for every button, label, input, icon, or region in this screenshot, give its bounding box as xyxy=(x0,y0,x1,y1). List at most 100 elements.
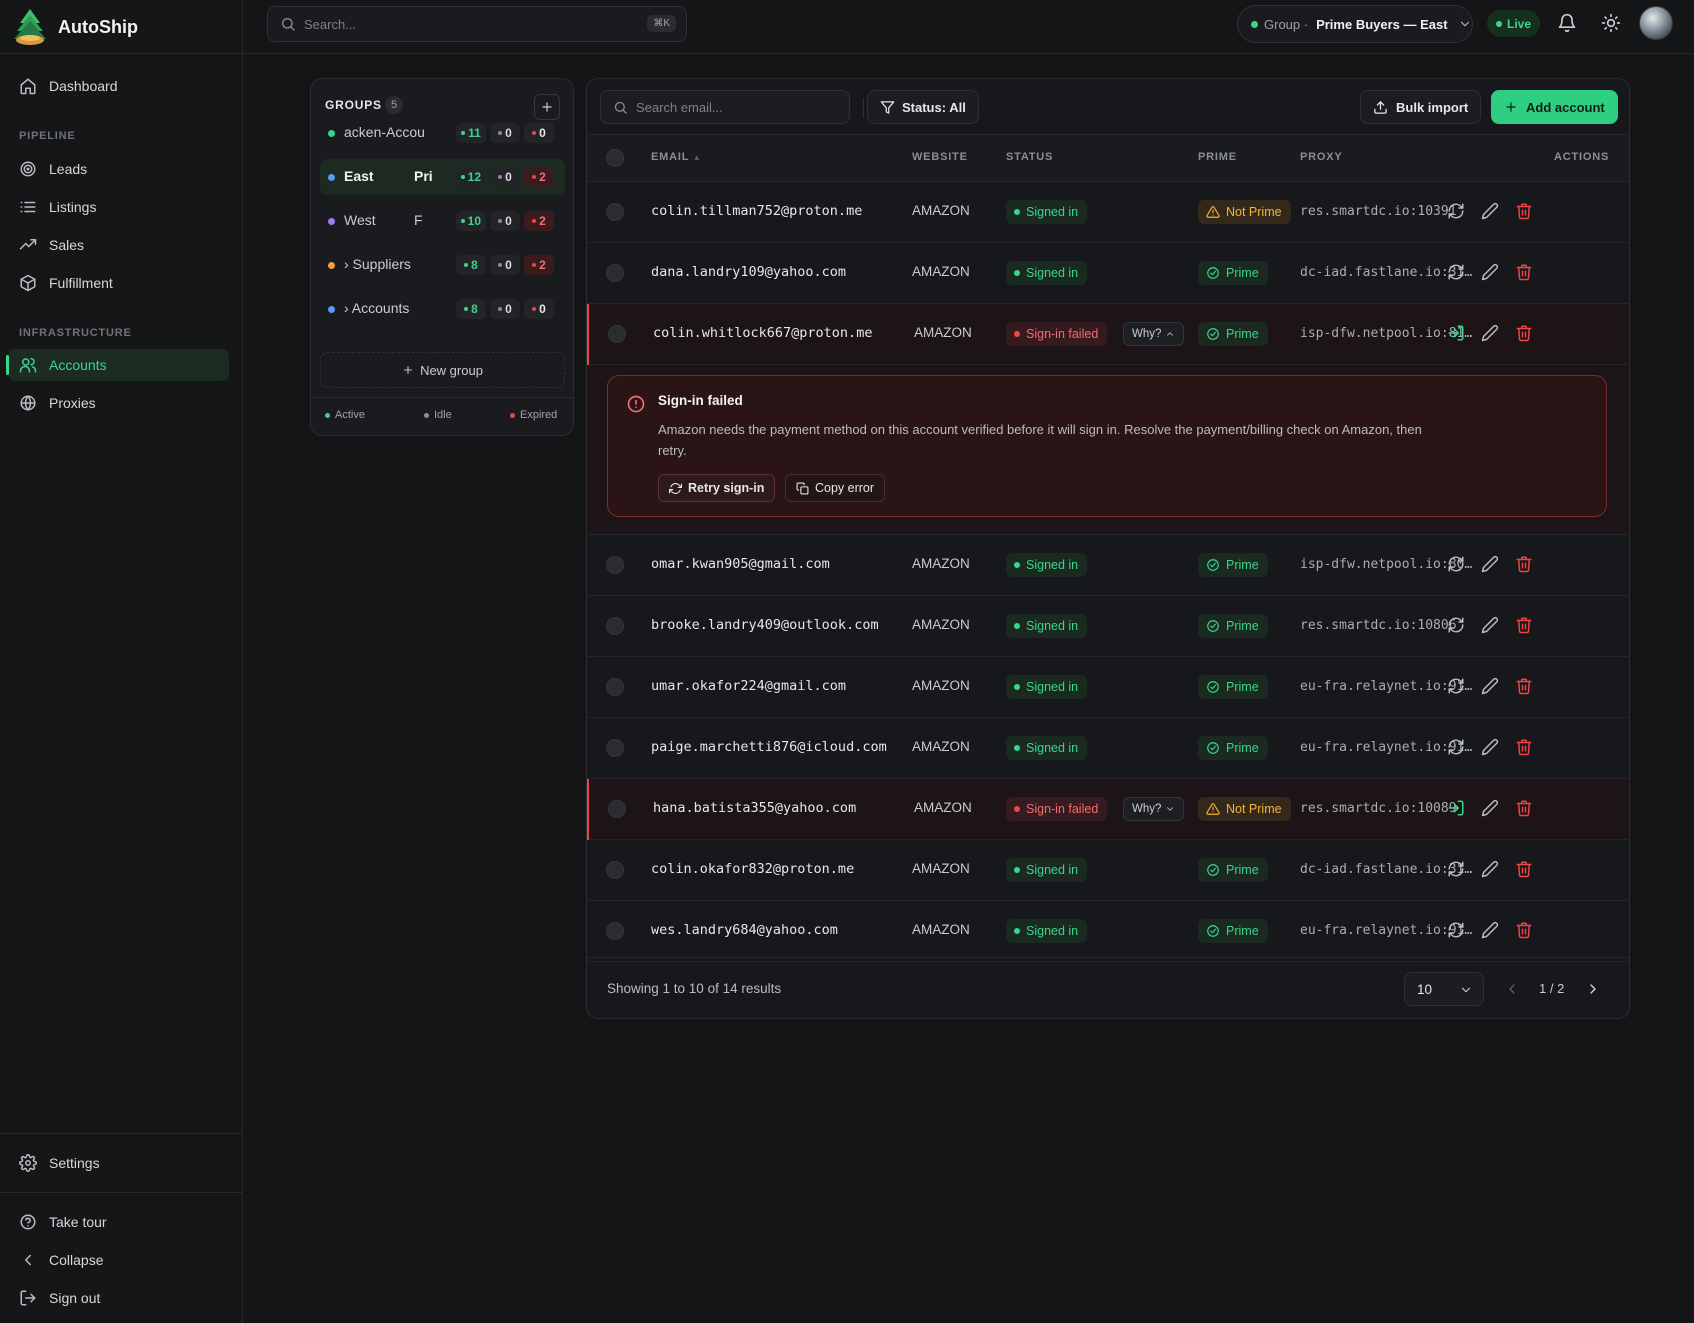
expired-count: 0 xyxy=(524,123,554,143)
email-search-input[interactable] xyxy=(636,99,836,115)
refresh-button[interactable] xyxy=(1447,616,1465,634)
previous-page-button[interactable] xyxy=(1504,981,1520,997)
group-item[interactable]: East Pri 12 0 2 xyxy=(320,159,565,195)
delete-button[interactable] xyxy=(1515,324,1533,342)
group-item[interactable]: › Suppliers 8 0 2 xyxy=(320,247,565,283)
delete-button[interactable] xyxy=(1515,677,1533,695)
sidebar-item-dashboard[interactable]: Dashboard xyxy=(8,70,229,102)
row-checkbox[interactable] xyxy=(608,800,626,818)
edit-button[interactable] xyxy=(1481,738,1499,756)
group-item[interactable]: acken-Accou 11 0 0 xyxy=(320,115,565,151)
row-checkbox[interactable] xyxy=(606,203,624,221)
global-search[interactable]: ⌘K xyxy=(267,6,687,42)
status-badge: Signed in xyxy=(1006,675,1088,699)
delete-button[interactable] xyxy=(1515,738,1533,756)
row-checkbox[interactable] xyxy=(606,861,624,879)
next-page-button[interactable] xyxy=(1585,981,1601,997)
refresh-button[interactable] xyxy=(1447,738,1465,756)
sidebar-item-settings[interactable]: Settings xyxy=(8,1147,229,1179)
bulk-import-button[interactable]: Bulk import xyxy=(1360,90,1482,124)
sidebar-item-accounts[interactable]: Accounts xyxy=(6,349,229,381)
row-checkbox[interactable] xyxy=(606,922,624,940)
select-all-checkbox[interactable] xyxy=(606,149,624,167)
edit-button[interactable] xyxy=(1481,799,1499,817)
delete-button[interactable] xyxy=(1515,263,1533,281)
check-circle-icon xyxy=(1207,864,1219,876)
refresh-button[interactable] xyxy=(1447,263,1465,281)
refresh-button[interactable] xyxy=(1447,677,1465,695)
delete-button[interactable] xyxy=(1515,616,1533,634)
row-checkbox[interactable] xyxy=(606,739,624,757)
copy-error-button[interactable]: Copy error xyxy=(785,474,886,502)
delete-button[interactable] xyxy=(1515,921,1533,939)
live-label: Live xyxy=(1507,16,1532,31)
add-account-button[interactable]: Add account xyxy=(1491,90,1618,124)
sidebar-item-fulfillment[interactable]: Fulfillment xyxy=(8,267,229,299)
sidebar-item-collapse[interactable]: Collapse xyxy=(8,1244,229,1276)
legend-active: Active xyxy=(325,409,365,421)
delete-button[interactable] xyxy=(1515,860,1533,878)
account-email: colin.tillman752@proton.me xyxy=(651,203,863,219)
sidebar-item-listings[interactable]: Listings xyxy=(8,191,229,223)
sidebar-item-leads[interactable]: Leads xyxy=(8,153,229,185)
refresh-button[interactable] xyxy=(1447,555,1465,573)
table-row: dana.landry109@yahoo.com AMAZON Signed in P… xyxy=(587,243,1629,304)
table-row: colin.okafor832@proton.me AMAZON Signed in… xyxy=(587,840,1629,901)
delete-button[interactable] xyxy=(1515,202,1533,220)
column-email[interactable]: EMAIL ▲ xyxy=(651,151,702,163)
edit-button[interactable] xyxy=(1481,677,1499,695)
group-item[interactable]: West F 10 0 2 xyxy=(320,203,565,239)
sidebar-item-proxies[interactable]: Proxies xyxy=(8,387,229,419)
why-button[interactable]: Why? xyxy=(1123,797,1185,821)
row-checkbox[interactable] xyxy=(606,678,624,696)
theme-toggle-button[interactable] xyxy=(1601,13,1623,35)
why-button[interactable]: Why? xyxy=(1123,322,1185,346)
check-circle-icon xyxy=(1207,681,1219,693)
retry-sign-in-button[interactable]: Retry sign-in xyxy=(658,474,776,502)
row-checkbox[interactable] xyxy=(606,264,624,282)
avatar[interactable] xyxy=(1639,6,1673,40)
divider xyxy=(0,53,243,54)
group-item[interactable]: › Accounts 8 0 0 xyxy=(320,291,565,327)
sidebar-item-sales[interactable]: Sales xyxy=(8,229,229,261)
refresh-button[interactable] xyxy=(1447,860,1465,878)
row-checkbox[interactable] xyxy=(606,617,624,635)
edit-button[interactable] xyxy=(1481,860,1499,878)
group-name: › Suppliers xyxy=(344,256,411,272)
page-size-select[interactable]: 10 xyxy=(1404,972,1484,1006)
status-filter-button[interactable]: Status: All xyxy=(867,90,979,124)
page-size-value: 10 xyxy=(1417,981,1433,997)
app-name: AutoShip xyxy=(58,16,138,37)
edit-button[interactable] xyxy=(1481,202,1499,220)
refresh-button[interactable] xyxy=(1447,921,1465,939)
sign-in-button[interactable] xyxy=(1447,799,1465,817)
search-input[interactable] xyxy=(304,16,634,32)
sidebar-item-take-tour[interactable]: Take tour xyxy=(8,1206,229,1238)
email-search[interactable] xyxy=(600,90,850,124)
brand[interactable]: AutoShip xyxy=(12,4,138,50)
new-group-button[interactable]: New group xyxy=(320,352,565,388)
copy-icon xyxy=(796,482,809,494)
sign-in-button[interactable] xyxy=(1447,324,1465,342)
row-checkbox[interactable] xyxy=(608,325,626,343)
sidebar-item-sign-out[interactable]: Sign out xyxy=(8,1282,229,1314)
edit-button[interactable] xyxy=(1481,616,1499,634)
edit-button[interactable] xyxy=(1481,555,1499,573)
accounts-card: Status: All Bulk import Add account EMAI… xyxy=(586,78,1630,1019)
plus-icon xyxy=(542,102,552,112)
refresh-button[interactable] xyxy=(1447,202,1465,220)
row-checkbox[interactable] xyxy=(606,556,624,574)
new-group-label: New group xyxy=(420,362,483,378)
delete-button[interactable] xyxy=(1515,555,1533,573)
notifications-button[interactable] xyxy=(1557,13,1579,35)
edit-button[interactable] xyxy=(1481,324,1499,342)
retry-label: Retry sign-in xyxy=(688,481,765,495)
group-switcher[interactable]: Group · Prime Buyers — East xyxy=(1237,5,1473,43)
delete-button[interactable] xyxy=(1515,799,1533,817)
target-icon xyxy=(20,161,36,177)
edit-button[interactable] xyxy=(1481,921,1499,939)
check-circle-icon xyxy=(1207,742,1219,754)
edit-button[interactable] xyxy=(1481,263,1499,281)
account-website: AMAZON xyxy=(912,739,970,754)
group-counts: 10 0 2 xyxy=(455,211,554,231)
